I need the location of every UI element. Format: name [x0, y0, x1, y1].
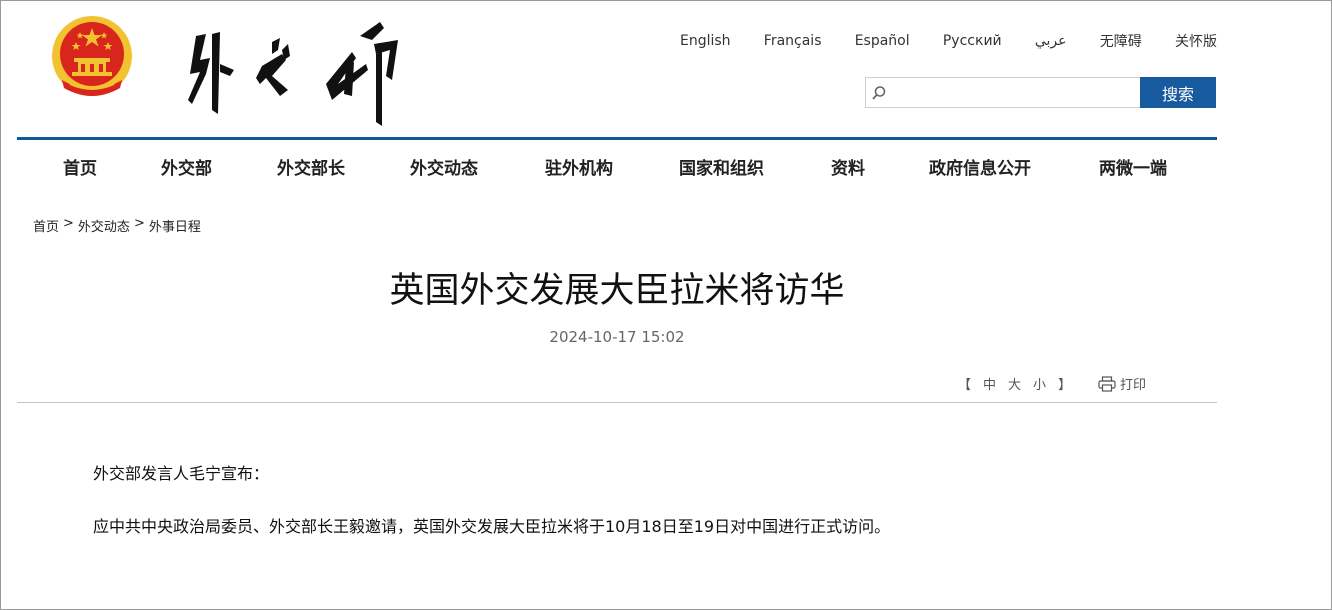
article-divider [17, 402, 1217, 403]
nav-item-gov-info[interactable]: 政府信息公开 [929, 154, 1031, 179]
lang-russian-link[interactable]: Русский [943, 33, 1002, 49]
lang-french-link[interactable]: Français [764, 33, 822, 49]
main-nav: 首页 外交部 外交部长 外交动态 驻外机构 国家和组织 资料 政府信息公开 两微… [17, 142, 1217, 188]
breadcrumb: 首页 > 外交动态 > 外事日程 [33, 216, 201, 235]
font-size-close-bracket: 】 [1058, 378, 1072, 393]
accessibility-link[interactable]: 无障碍 [1100, 31, 1142, 51]
article-date: 2024-10-17 15:02 [549, 328, 685, 346]
nav-item-missions-abroad[interactable]: 驻外机构 [545, 154, 613, 179]
language-bar: English Français Español Русский عربي 无障… [680, 31, 1217, 51]
print-label: 打印 [1120, 378, 1147, 393]
lang-spanish-link[interactable]: Español [855, 33, 910, 49]
ministry-calligraphy-logo [188, 22, 398, 126]
article-paragraph: 外交部发言人毛宁宣布： [93, 464, 270, 483]
nav-top-rule [17, 137, 1217, 140]
font-size-medium[interactable]: 中 [983, 374, 996, 393]
font-size-small[interactable]: 小 [1033, 374, 1046, 393]
search-box: 搜索 [865, 77, 1216, 108]
search-input[interactable] [892, 78, 1140, 107]
search-icon [866, 78, 892, 107]
nav-item-minister[interactable]: 外交部长 [277, 154, 345, 179]
search-button[interactable]: 搜索 [1140, 77, 1216, 108]
font-size-large[interactable]: 大 [1008, 374, 1021, 393]
lang-arabic-link[interactable]: عربي [1035, 33, 1067, 49]
breadcrumb-schedule[interactable]: 外事日程 [149, 216, 201, 235]
elderly-care-link[interactable]: 关怀版 [1175, 31, 1217, 51]
nav-item-countries-orgs[interactable]: 国家和组织 [679, 154, 764, 179]
breadcrumb-separator: > [133, 216, 145, 231]
breadcrumb-separator: > [63, 216, 74, 231]
lang-english-link[interactable]: English [680, 33, 731, 49]
breadcrumb-home[interactable]: 首页 [33, 216, 59, 235]
nav-item-home[interactable]: 首页 [63, 154, 97, 179]
print-button[interactable]: 打印 [1098, 374, 1146, 393]
article-title: 英国外交发展大臣拉米将访华 [389, 271, 845, 311]
article-paragraph: 应中共中央政治局委员、外交部长王毅邀请，英国外交发展大臣拉米将于10月18日至1… [93, 517, 891, 536]
font-size-control: 【 中 大 小 】 [958, 374, 1071, 393]
nav-item-media[interactable]: 两微一端 [1099, 154, 1167, 179]
nav-item-resources[interactable]: 资料 [831, 154, 865, 179]
national-emblem-icon [52, 16, 132, 96]
breadcrumb-diplomatic-news[interactable]: 外交动态 [78, 216, 130, 235]
printer-icon [1098, 375, 1116, 392]
nav-item-ministry[interactable]: 外交部 [161, 154, 212, 179]
nav-item-diplomatic-news[interactable]: 外交动态 [410, 154, 478, 179]
font-size-open-bracket: 【 [958, 378, 972, 393]
